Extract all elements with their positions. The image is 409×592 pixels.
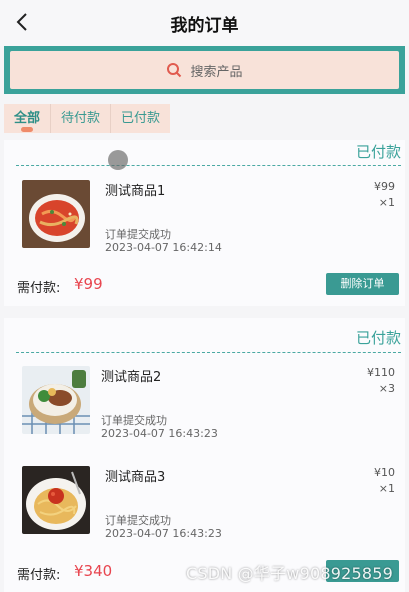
tab-all[interactable]: 全部 xyxy=(4,104,52,133)
divider xyxy=(16,352,401,353)
pay-amount: ¥340 xyxy=(74,562,113,580)
product-row[interactable]: 测试商品1 ¥99 ×1 订单提交成功 2023-04-07 16:42:14 xyxy=(4,180,405,270)
tab-label: 全部 xyxy=(14,111,41,126)
order-card: 已付款 测试商品2 ¥110 ×3 订单提交成功 2023-04-07 16:4… xyxy=(4,318,405,592)
tab-label: 已付款 xyxy=(121,111,161,126)
order-status: 已付款 xyxy=(355,143,401,161)
order-time: 2023-04-07 16:42:14 xyxy=(105,241,222,254)
search-bar: 搜索产品 xyxy=(4,46,405,94)
product-price: ¥110 xyxy=(367,366,395,379)
product-quantity: ×1 xyxy=(378,482,395,495)
tab-paid[interactable]: 已付款 xyxy=(111,104,170,133)
product-row[interactable]: 测试商品2 ¥110 ×3 订单提交成功 2023-04-07 16:43:23 xyxy=(4,366,405,456)
product-name: 测试商品3 xyxy=(105,470,166,485)
order-card: 已付款 测试商品1 ¥99 ×1 订单提交成功 2023-04-07 16:42… xyxy=(4,140,405,306)
product-image-pasta[interactable] xyxy=(22,180,90,248)
product-price: ¥10 xyxy=(374,466,395,479)
product-quantity: ×3 xyxy=(378,382,395,395)
product-price: ¥99 xyxy=(374,180,395,193)
page-title: 我的订单 xyxy=(170,16,239,36)
product-image-rice-bowl[interactable] xyxy=(22,366,90,434)
tab-pending-payment[interactable]: 待付款 xyxy=(51,104,112,133)
product-row[interactable]: 测试商品3 ¥10 ×1 订单提交成功 2023-04-07 16:43:23 xyxy=(4,466,405,556)
product-name: 测试商品1 xyxy=(105,184,166,199)
pay-amount: ¥99 xyxy=(74,275,103,293)
order-time: 2023-04-07 16:43:23 xyxy=(105,527,222,540)
product-image-spaghetti[interactable] xyxy=(22,466,90,534)
header-bar: 我的订单 xyxy=(0,0,409,46)
delete-order-button[interactable]: 删除订单 xyxy=(326,273,399,295)
divider xyxy=(16,165,401,166)
pay-label: 需付款: xyxy=(17,568,61,583)
order-state-text: 订单提交成功 xyxy=(105,514,171,527)
tab-indicator xyxy=(21,127,33,132)
search-input[interactable]: 搜索产品 xyxy=(10,51,399,89)
order-tabs: 全部 待付款 已付款 xyxy=(4,104,171,133)
tab-label: 待付款 xyxy=(61,111,101,126)
product-name: 测试商品2 xyxy=(101,370,162,385)
order-state-text: 订单提交成功 xyxy=(101,414,167,427)
search-icon xyxy=(167,63,182,78)
order-status: 已付款 xyxy=(355,329,401,347)
product-quantity: ×1 xyxy=(378,196,395,209)
watermark: CSDN @华子w908925859 xyxy=(185,564,393,583)
search-placeholder: 搜索产品 xyxy=(190,64,243,80)
order-time: 2023-04-07 16:43:23 xyxy=(101,427,218,440)
order-state-text: 订单提交成功 xyxy=(105,228,171,241)
pay-label: 需付款: xyxy=(17,281,61,296)
touch-indicator xyxy=(108,150,128,170)
